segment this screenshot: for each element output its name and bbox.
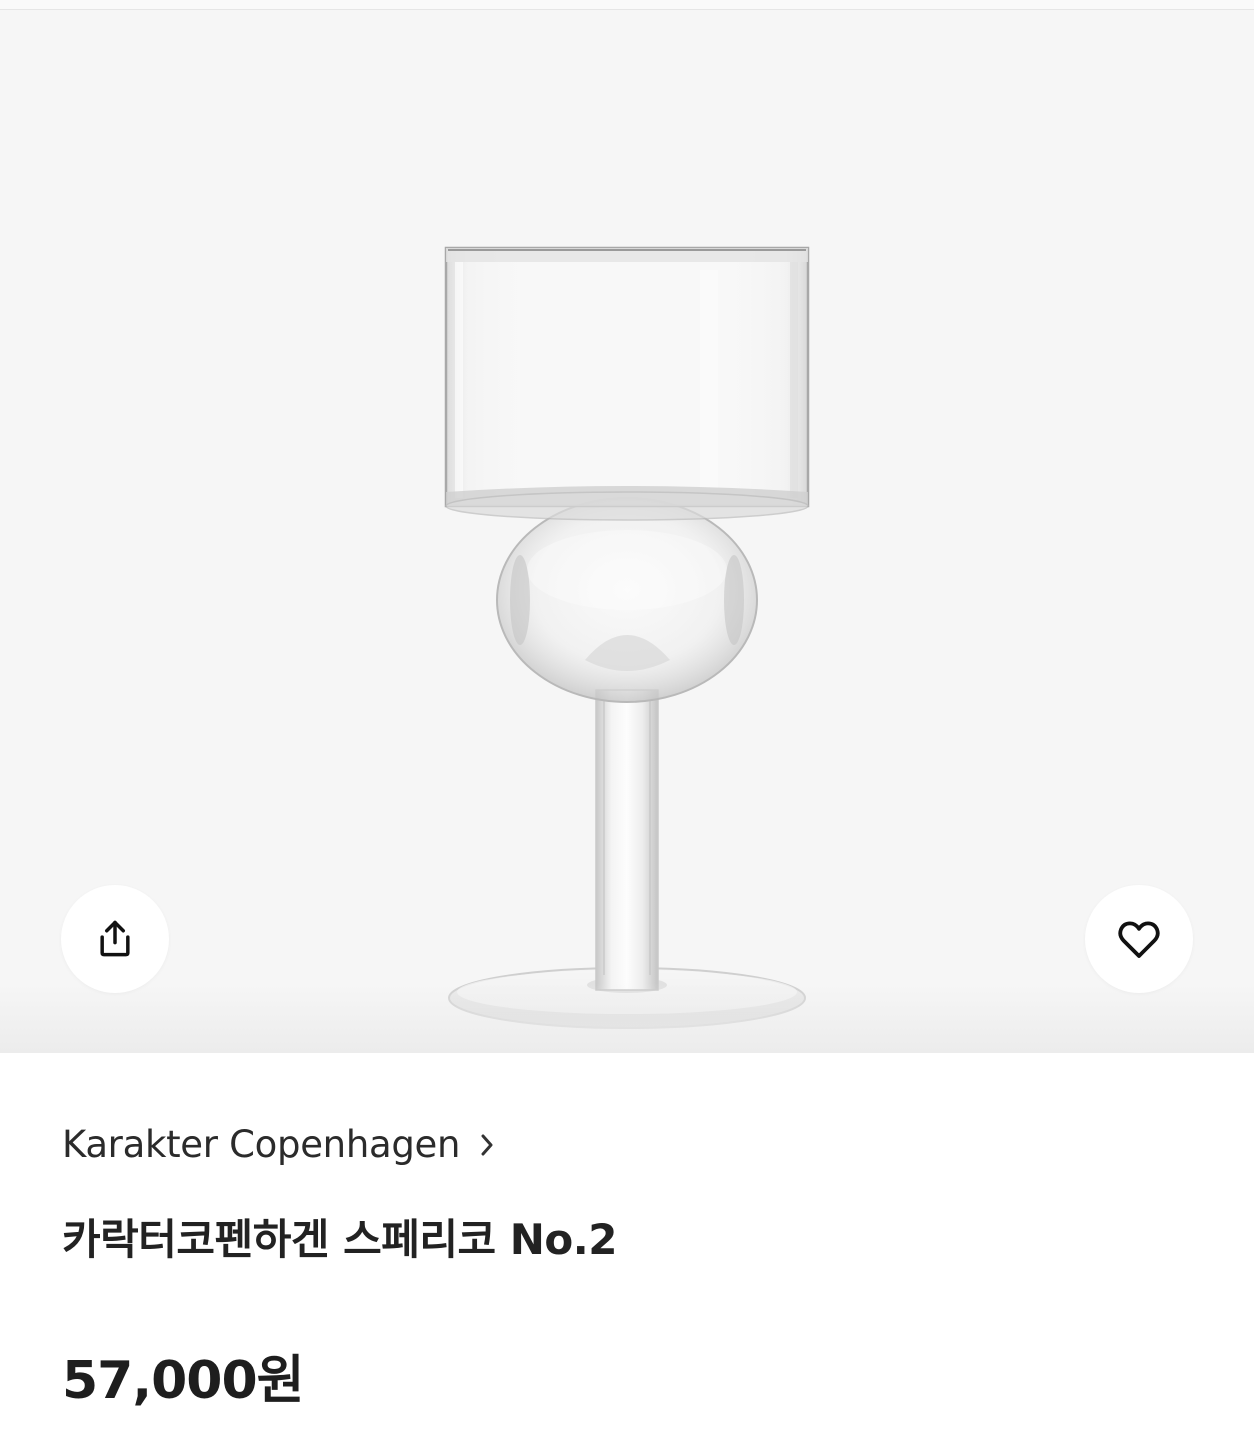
product-image-gallery[interactable] [0, 10, 1254, 1053]
product-title: 카락터코펜하겐 스페리코 No.2 [62, 1215, 617, 1264]
share-icon [100, 920, 130, 957]
top-divider [0, 0, 1254, 10]
product-info: Karakter Copenhagen 카락터코펜하겐 스페리코 No.2 57… [0, 1053, 1254, 1440]
gallery-bottom-shade [0, 983, 1254, 1053]
brand-name: Karakter Copenhagen [62, 1123, 461, 1166]
chevron-right-icon [481, 1134, 493, 1156]
share-button[interactable] [61, 885, 169, 993]
heart-icon [1118, 921, 1160, 958]
product-detail-page: Karakter Copenhagen 카락터코펜하겐 스페리코 No.2 57… [0, 0, 1254, 1440]
brand-link[interactable]: Karakter Copenhagen [62, 1123, 498, 1167]
product-price: 57,000원 [62, 1351, 305, 1411]
like-button[interactable] [1085, 885, 1193, 993]
product-image [444, 246, 810, 1029]
